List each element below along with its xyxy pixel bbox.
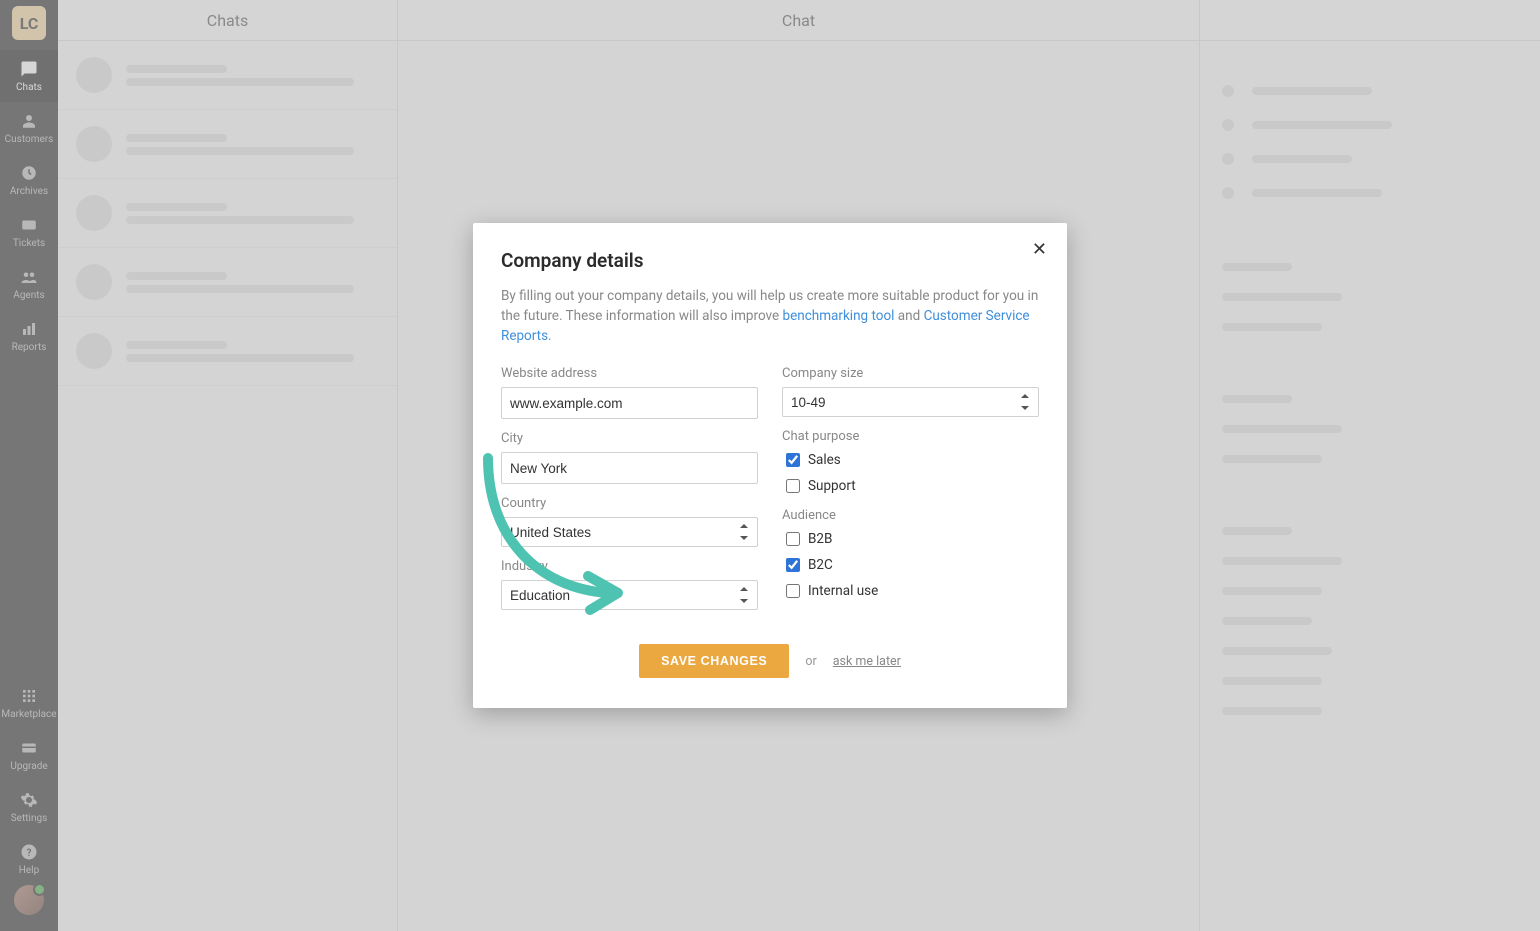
audience-internal[interactable]: Internal use	[782, 581, 1039, 601]
country-select[interactable]: United States	[501, 517, 758, 547]
b2c-checkbox[interactable]	[786, 558, 800, 572]
save-button[interactable]: SAVE CHANGES	[639, 644, 789, 678]
or-text: or	[805, 654, 816, 669]
size-label: Company size	[782, 366, 1039, 381]
sales-checkbox[interactable]	[786, 453, 800, 467]
b2b-checkbox[interactable]	[786, 532, 800, 546]
audience-b2c[interactable]: B2C	[782, 555, 1039, 575]
website-input[interactable]	[501, 387, 758, 419]
city-input[interactable]	[501, 452, 758, 484]
purpose-label: Chat purpose	[782, 429, 1039, 444]
industry-select[interactable]: Education	[501, 580, 758, 610]
company-details-modal: ✕ Company details By filling out your co…	[473, 223, 1067, 709]
modal-title: Company details	[501, 249, 1039, 272]
modal-overlay: ✕ Company details By filling out your co…	[0, 0, 1540, 931]
internal-checkbox[interactable]	[786, 584, 800, 598]
city-label: City	[501, 431, 758, 446]
modal-description: By filling out your company details, you…	[501, 286, 1039, 347]
benchmarking-link[interactable]: benchmarking tool	[783, 308, 895, 324]
audience-label: Audience	[782, 508, 1039, 523]
purpose-sales[interactable]: Sales	[782, 450, 1039, 470]
industry-label: Industry	[501, 559, 758, 574]
support-checkbox[interactable]	[786, 479, 800, 493]
website-label: Website address	[501, 366, 758, 381]
size-select[interactable]: 10-49	[782, 387, 1039, 417]
audience-b2b[interactable]: B2B	[782, 529, 1039, 549]
country-label: Country	[501, 496, 758, 511]
purpose-support[interactable]: Support	[782, 476, 1039, 496]
ask-later-link[interactable]: ask me later	[833, 654, 901, 669]
close-icon[interactable]: ✕	[1032, 241, 1047, 259]
